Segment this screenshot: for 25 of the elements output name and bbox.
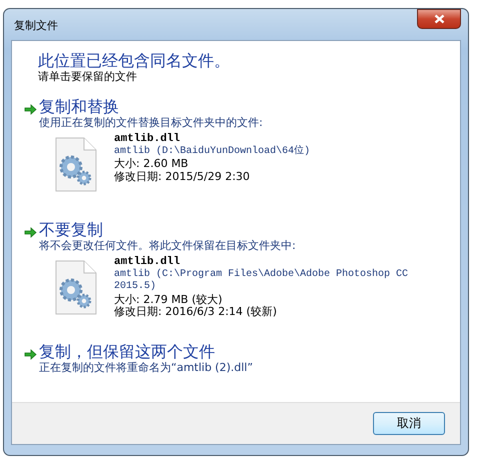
option-link[interactable]: 不要复制 — [39, 221, 103, 239]
close-icon — [434, 14, 444, 24]
file-gear-icon — [54, 137, 98, 193]
file-name: amtlib.dll — [114, 133, 182, 146]
dialog-heading: 此位置已经包含同名文件。 — [38, 51, 231, 70]
arrow-icon — [24, 227, 37, 238]
option-link[interactable]: 复制，但保留这两个文件 — [39, 342, 215, 360]
file-location: amtlib (D:\BaiduYunDownload\64位) — [114, 146, 312, 158]
cancel-button[interactable]: 取消 — [373, 412, 445, 435]
arrow-icon — [24, 104, 37, 115]
option-link[interactable]: 复制和替换 — [39, 98, 119, 116]
file-modified: 修改日期: 2016/6/3 2:14 (较新) — [114, 306, 278, 318]
file-location: amtlib (C:\Program Files\Adobe\Adobe Photoshop CC 2015.5) — [114, 268, 410, 294]
file-name: amtlib.dll — [114, 256, 182, 268]
file-modified: 修改日期: 2015/5/29 2:30 — [114, 170, 251, 183]
file-gear-icon — [54, 260, 98, 316]
instruction-text: 请单击要保留的文件 — [38, 70, 138, 84]
file-size: 大小: 2.60 MB — [114, 158, 190, 170]
arrow-icon — [24, 348, 37, 360]
option-description: 将不会更改任何文件。将此文件保留在目标文件夹中: — [39, 239, 297, 252]
close-button[interactable] — [417, 9, 461, 29]
window-title: 复制文件 — [13, 18, 58, 33]
option-description: 正在复制的文件将重命名为“amtlib (2).dll” — [39, 360, 254, 374]
option-description: 使用正在复制的文件替换目标文件夹中的文件: — [39, 116, 264, 129]
file-size: 大小: 2.79 MB (较大) — [114, 294, 224, 306]
